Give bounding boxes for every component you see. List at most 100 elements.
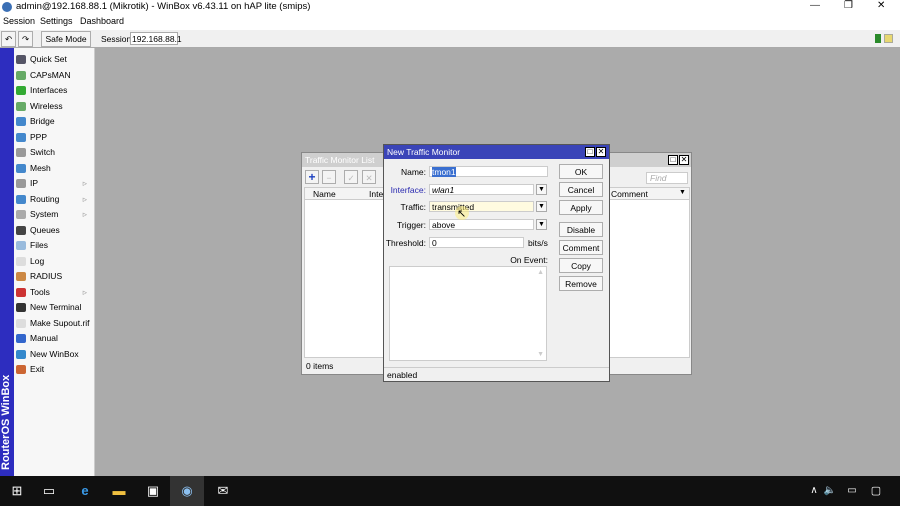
sidebar-item-log[interactable]: Log <box>16 254 93 269</box>
comment-button[interactable]: Comment <box>559 240 603 255</box>
sidebar-item-label: Tools <box>30 286 50 297</box>
dropdown-icon[interactable]: ▼ <box>536 201 547 212</box>
toolbar: ↶ ↷ Safe Mode Session: 192.168.88.1 <box>0 30 900 48</box>
ok-button[interactable]: OK <box>559 164 603 179</box>
sidebar-item-tools[interactable]: Tools ▹ <box>16 285 93 300</box>
undo-button[interactable]: ↶ <box>1 31 16 47</box>
volume-icon[interactable]: 🔈 <box>820 476 840 506</box>
trigger-select[interactable]: above <box>429 219 534 230</box>
menu-item-icon <box>16 225 26 235</box>
redo-button[interactable]: ↷ <box>18 31 33 47</box>
sidebar-item-files[interactable]: Files <box>16 238 93 253</box>
sidebar-item-label: Manual <box>30 333 58 343</box>
remove-button[interactable]: Remove <box>559 276 603 291</box>
maximize-icon[interactable]: □ <box>668 155 678 165</box>
menu-item-icon <box>16 318 26 328</box>
network-icon[interactable]: ▭ <box>842 476 862 506</box>
close-icon[interactable]: ✕ <box>679 155 689 165</box>
start-icon[interactable]: ⊞ <box>0 476 34 506</box>
menu-item-icon <box>16 287 26 297</box>
sidebar-item-bridge[interactable]: Bridge <box>16 114 93 129</box>
scroll-down-icon[interactable]: ▼ <box>537 351 544 358</box>
sidebar-item-exit[interactable]: Exit <box>16 362 93 377</box>
col-comment[interactable]: Comment <box>611 189 648 199</box>
column-menu-icon[interactable]: ▼ <box>679 189 686 196</box>
sidebar-item-routing[interactable]: Routing ▹ <box>16 192 93 207</box>
traffic-select[interactable]: transmitted <box>429 201 534 212</box>
maximize-button[interactable]: ❐ <box>844 0 853 11</box>
maximize-icon[interactable]: □ <box>585 147 595 157</box>
session-field[interactable]: 192.168.88.1 <box>130 32 182 45</box>
sidebar-item-queues[interactable]: Queues <box>16 223 93 238</box>
sidebar-item-switch[interactable]: Switch <box>16 145 93 160</box>
sidebar-item-make-supout-rif[interactable]: Make Supout.rif <box>16 316 93 331</box>
edge-icon[interactable]: e <box>68 476 102 506</box>
sidebar-item-mesh[interactable]: Mesh <box>16 161 93 176</box>
dialog-title: New Traffic Monitor <box>387 147 461 157</box>
remove-icon[interactable]: − <box>322 170 336 184</box>
sidebar: Quick Set CAPsMAN Interfaces Wireless Bridge… <box>14 48 95 476</box>
col-name[interactable]: Name <box>313 189 336 199</box>
menu-item-icon <box>16 163 26 173</box>
sidebar-item-radius[interactable]: RADIUS <box>16 269 93 284</box>
disable-button[interactable]: Disable <box>559 222 603 237</box>
sidebar-item-label: Files <box>30 240 48 250</box>
dropdown-icon[interactable]: ▼ <box>536 184 547 195</box>
menu-session[interactable]: Session <box>3 16 35 26</box>
connection-status-icon <box>875 34 881 43</box>
traffic-label: Traffic: <box>400 202 426 212</box>
add-icon[interactable]: + <box>305 170 319 184</box>
menu-bar: Session Settings Dashboard <box>0 14 900 29</box>
mail-icon[interactable]: ✉ <box>206 476 240 506</box>
sidebar-item-ppp[interactable]: PPP <box>16 130 93 145</box>
status-bar: enabled <box>384 367 609 381</box>
cancel-button[interactable]: Cancel <box>559 182 603 197</box>
winbox-taskbar-icon[interactable]: ◉ <box>170 476 204 506</box>
on-event-textarea[interactable]: ▲ ▼ <box>389 266 547 361</box>
submenu-arrow-icon: ▹ <box>82 209 87 219</box>
sidebar-item-new-terminal[interactable]: New Terminal <box>16 300 93 315</box>
disable-icon[interactable]: ✕ <box>362 170 376 184</box>
brand-text: RouterOS WinBox <box>0 374 12 470</box>
item-count: 0 items <box>306 361 334 371</box>
task-view-icon[interactable]: ▭ <box>32 476 66 506</box>
sidebar-item-wireless[interactable]: Wireless <box>16 99 93 114</box>
dropdown-icon[interactable]: ▼ <box>536 219 547 230</box>
action-center-icon[interactable]: ▢ <box>864 476 888 506</box>
minimize-button[interactable]: — <box>810 0 820 11</box>
name-input[interactable]: tmon1 <box>429 166 548 177</box>
status-text: enabled <box>387 370 418 380</box>
sidebar-item-quick-set[interactable]: Quick Set <box>16 52 93 67</box>
sidebar-item-capsman[interactable]: CAPsMAN <box>16 68 93 83</box>
sidebar-item-new-winbox[interactable]: New WinBox <box>16 347 93 362</box>
find-input[interactable]: Find <box>646 172 688 184</box>
store-icon[interactable]: ▣ <box>136 476 170 506</box>
menu-item-icon <box>16 132 26 142</box>
apply-button[interactable]: Apply <box>559 200 603 215</box>
close-icon[interactable]: ✕ <box>596 147 606 157</box>
menu-item-icon <box>16 86 26 96</box>
threshold-unit: bits/s <box>528 238 548 248</box>
enable-icon[interactable]: ✓ <box>344 170 358 184</box>
sidebar-item-label: System <box>30 209 59 219</box>
trigger-label: Trigger: <box>397 220 426 230</box>
menu-item-icon <box>16 303 26 313</box>
sidebar-item-system[interactable]: System ▹ <box>16 207 93 222</box>
sidebar-item-interfaces[interactable]: Interfaces <box>16 83 93 98</box>
dialog-title-bar: New Traffic Monitor □ ✕ <box>384 145 609 159</box>
submenu-arrow-icon: ▹ <box>82 178 87 188</box>
menu-settings[interactable]: Settings <box>40 16 73 26</box>
menu-dashboard[interactable]: Dashboard <box>80 16 124 26</box>
copy-button[interactable]: Copy <box>559 258 603 273</box>
threshold-input[interactable]: 0 <box>429 237 524 248</box>
file-explorer-icon[interactable]: ▬ <box>102 476 136 506</box>
interface-select[interactable]: wlan1 <box>429 184 534 195</box>
menu-item-icon <box>16 334 26 344</box>
safe-mode-button[interactable]: Safe Mode <box>41 31 91 47</box>
menu-item-icon <box>16 272 26 282</box>
close-button[interactable]: ✕ <box>877 0 885 11</box>
sidebar-item-manual[interactable]: Manual <box>16 331 93 346</box>
scroll-up-icon[interactable]: ▲ <box>537 269 544 276</box>
name-value: tmon1 <box>432 167 456 177</box>
sidebar-item-ip[interactable]: IP ▹ <box>16 176 93 191</box>
